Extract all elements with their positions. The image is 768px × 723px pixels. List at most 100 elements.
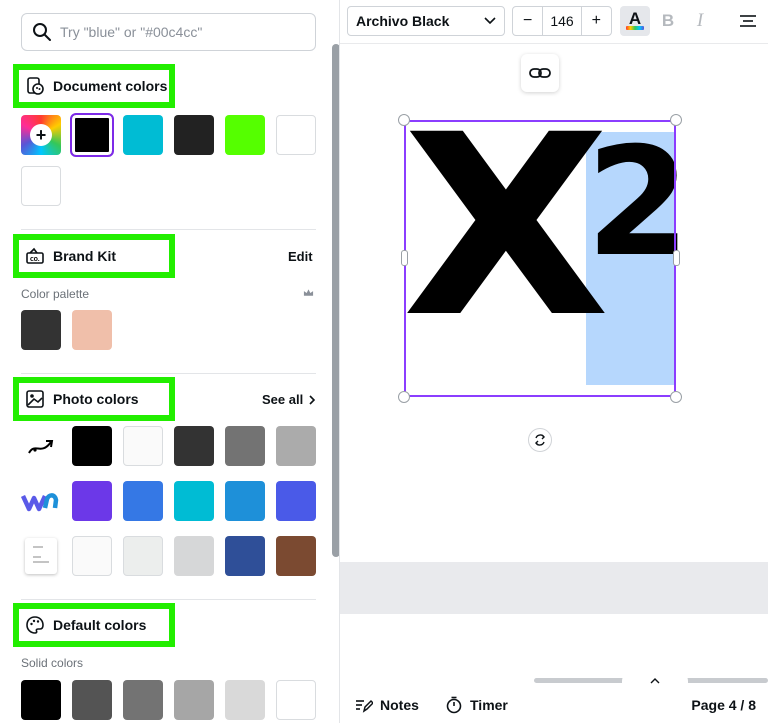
page-indicator[interactable]: Page 4 / 8 <box>691 697 756 713</box>
resize-handle-top-left[interactable] <box>398 114 410 126</box>
add-color-button[interactable]: + <box>21 115 61 155</box>
photo-colors-see-all[interactable]: See all <box>262 392 317 407</box>
timer-button[interactable]: Timer <box>445 696 508 714</box>
search-icon <box>33 23 51 41</box>
default-color-swatch[interactable] <box>225 680 265 720</box>
color-panel: Document colors + CO. Brand Kit Edit Col… <box>0 0 332 723</box>
increase-font-size-button[interactable]: + <box>582 12 611 30</box>
resize-handle-top-right[interactable] <box>670 114 682 126</box>
default-color-swatch[interactable] <box>276 680 316 720</box>
resize-handle-right[interactable] <box>673 250 680 266</box>
section-default-colors: Default colors <box>13 603 175 647</box>
photo-color-swatch[interactable] <box>174 481 214 521</box>
photo-color-swatch[interactable] <box>123 536 163 576</box>
default-color-swatch[interactable] <box>123 680 163 720</box>
italic-icon: I <box>696 10 704 31</box>
chevron-down-icon <box>484 17 496 25</box>
font-name: Archivo Black <box>356 13 450 29</box>
timer-icon <box>446 696 462 714</box>
brand-kit-icon: CO. <box>26 247 44 264</box>
brand-color-swatch[interactable] <box>72 310 112 350</box>
menu-preview-icon <box>25 538 57 574</box>
photo-color-swatch[interactable] <box>123 426 163 466</box>
default-color-swatch[interactable] <box>174 680 214 720</box>
photo-color-swatch[interactable] <box>72 536 112 576</box>
color-bar <box>626 26 644 30</box>
photo-thumbnail-menu[interactable] <box>21 536 61 576</box>
photo-color-swatch[interactable] <box>225 536 265 576</box>
document-color-swatch[interactable] <box>123 115 163 155</box>
photo-color-swatch[interactable] <box>72 426 112 466</box>
palette-icon <box>26 616 44 634</box>
photo-color-swatch[interactable] <box>72 481 112 521</box>
link-icon <box>529 68 551 78</box>
photo-color-swatch[interactable] <box>225 426 265 466</box>
bold-button[interactable]: B <box>653 6 683 36</box>
section-title: Default colors <box>53 617 147 633</box>
document-palette-icon <box>27 77 44 95</box>
selection-box <box>404 120 676 397</box>
brand-logo-icon <box>21 493 59 512</box>
color-search[interactable] <box>21 13 316 51</box>
document-color-swatch[interactable] <box>225 115 265 155</box>
svg-text:CO.: CO. <box>30 257 40 263</box>
canvas-background-area <box>340 562 768 614</box>
curved-arrow-icon <box>28 440 54 454</box>
bold-icon: B <box>661 11 675 30</box>
document-color-swatch[interactable] <box>174 115 214 155</box>
font-family-dropdown[interactable]: Archivo Black <box>347 6 505 36</box>
document-color-swatch[interactable] <box>70 113 114 157</box>
notes-button[interactable]: Notes <box>355 696 419 714</box>
photo-thumbnail-arrow[interactable] <box>21 426 61 466</box>
section-title: Document colors <box>53 78 168 94</box>
search-input[interactable] <box>60 24 300 40</box>
align-center-icon <box>740 15 756 27</box>
font-size-input[interactable]: 146 <box>542 7 582 35</box>
alignment-button[interactable] <box>733 6 763 36</box>
chevron-right-icon <box>309 394 316 405</box>
section-document-colors: Document colors <box>13 64 175 108</box>
section-photo-colors: Photo colors <box>13 377 175 421</box>
resize-handle-left[interactable] <box>401 250 408 266</box>
divider <box>21 373 316 374</box>
divider <box>21 229 316 230</box>
brand-color-swatch[interactable] <box>21 310 61 350</box>
brand-kit-edit-link[interactable]: Edit <box>288 249 313 264</box>
document-color-swatch[interactable] <box>21 166 61 206</box>
photo-color-swatch[interactable] <box>123 481 163 521</box>
photo-color-swatch[interactable] <box>174 426 214 466</box>
document-color-swatch[interactable] <box>276 115 316 155</box>
plus-icon: + <box>30 124 52 146</box>
next-page-preview[interactable] <box>340 614 768 676</box>
photo-thumbnail-logo[interactable] <box>21 481 61 521</box>
notes-label: Notes <box>380 697 419 713</box>
chevron-up-icon <box>650 678 660 684</box>
notes-icon <box>356 699 373 713</box>
photo-color-swatch[interactable] <box>276 481 316 521</box>
photo-color-swatch[interactable] <box>174 536 214 576</box>
color-palette-label: Color palette <box>21 287 90 301</box>
default-color-swatch[interactable] <box>72 680 112 720</box>
image-icon <box>26 390 44 408</box>
font-size-stepper: − 146 + <box>512 6 612 36</box>
photo-color-swatch[interactable] <box>225 481 265 521</box>
decrease-font-size-button[interactable]: − <box>513 12 542 30</box>
photo-color-swatch[interactable] <box>276 536 316 576</box>
resize-handle-bottom-right[interactable] <box>670 391 682 403</box>
section-title: Photo colors <box>53 391 139 407</box>
text-toolbar: Archivo Black − 146 + A B I <box>340 0 768 44</box>
divider <box>21 599 316 600</box>
default-color-swatch[interactable] <box>21 680 61 720</box>
rotate-handle[interactable] <box>528 428 552 452</box>
section-title: Brand Kit <box>53 248 116 264</box>
section-brand-kit: CO. Brand Kit <box>13 234 175 278</box>
see-all-label: See all <box>262 392 304 407</box>
resize-handle-bottom-left[interactable] <box>398 391 410 403</box>
timer-label: Timer <box>470 697 508 713</box>
crown-icon <box>303 289 314 296</box>
photo-color-swatch[interactable] <box>276 426 316 466</box>
bottom-bar: Notes Timer Page 4 / 8 <box>340 686 768 723</box>
solid-colors-label: Solid colors <box>21 656 84 670</box>
italic-button[interactable]: I <box>685 6 715 36</box>
text-color-button[interactable]: A <box>620 6 650 36</box>
